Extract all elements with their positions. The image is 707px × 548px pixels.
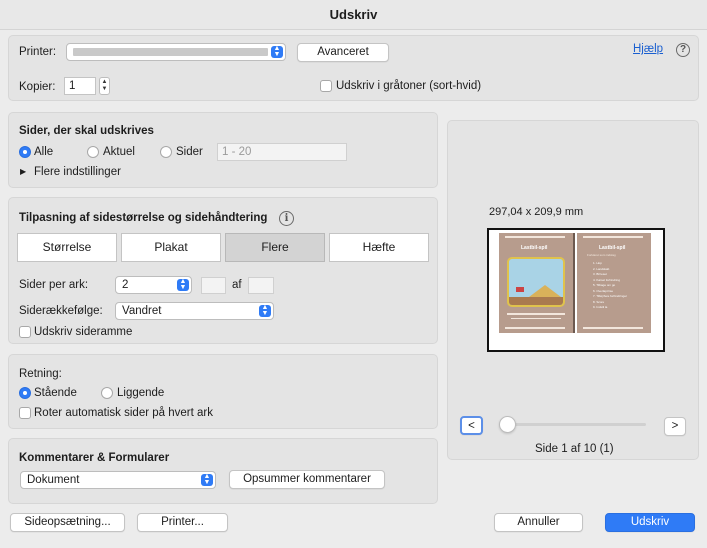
copies-input[interactable]: 1 bbox=[64, 77, 96, 95]
auto-rotate-checkbox[interactable] bbox=[19, 407, 31, 419]
page-order-label: Siderækkefølge: bbox=[19, 305, 103, 317]
preview-toc: 1. Hop 2. Landskab 3. Bil leset 4. Kørse… bbox=[593, 261, 649, 311]
landscape-label: Liggende bbox=[117, 387, 165, 399]
page-setup-button[interactable]: Sideopsætning... bbox=[10, 513, 125, 532]
preview-truck bbox=[516, 287, 524, 292]
comments-select[interactable]: Dokument ▲ ▼ bbox=[20, 471, 216, 489]
help-icon[interactable]: ? bbox=[676, 43, 690, 57]
comments-title: Kommentarer & Formularer bbox=[19, 452, 170, 464]
printer-label: Printer: bbox=[19, 46, 57, 58]
sizing-title: Tilpasning af sidestørrelse og sidehåndt… bbox=[19, 212, 268, 224]
pages-per-sheet-select[interactable]: 2 ▲ ▼ bbox=[115, 276, 192, 294]
pages-current-radio[interactable] bbox=[87, 146, 99, 158]
preview-hill bbox=[529, 285, 561, 297]
tab-booklet[interactable]: Hæfte bbox=[329, 233, 429, 262]
portrait-radio[interactable] bbox=[19, 387, 31, 399]
grid-cols-input[interactable] bbox=[248, 277, 274, 294]
auto-rotate-label: Roter automatisk sider på hvert ark bbox=[34, 407, 213, 419]
tab-size[interactable]: Størrelse bbox=[17, 233, 117, 262]
pages-per-sheet-value: 2 bbox=[122, 279, 129, 291]
pages-range-input[interactable]: 1 - 20 bbox=[217, 143, 347, 161]
pages-title: Sider, der skal udskrives bbox=[19, 125, 154, 137]
page-border-checkbox[interactable] bbox=[19, 326, 31, 338]
printer-redacted-bar bbox=[73, 48, 268, 56]
chevron-updown-icon: ▲ ▼ bbox=[259, 304, 271, 317]
chevron-updown-icon: ▲ ▼ bbox=[271, 45, 283, 58]
stepper-down-icon[interactable]: ▼ bbox=[102, 86, 108, 92]
more-settings-label[interactable]: Flere indstillinger bbox=[34, 166, 121, 178]
next-page-button[interactable]: > bbox=[664, 417, 686, 436]
of-label: af bbox=[232, 279, 242, 291]
pages-current-label: Aktuel bbox=[103, 146, 135, 158]
preview-game-image bbox=[507, 257, 565, 307]
preview-decor bbox=[583, 327, 643, 329]
prev-page-button[interactable]: < bbox=[460, 416, 483, 435]
advanced-button[interactable]: Avanceret bbox=[297, 43, 389, 62]
preview-spine bbox=[573, 233, 575, 333]
page-order-value: Vandret bbox=[122, 305, 162, 317]
pages-all-radio[interactable] bbox=[19, 146, 31, 158]
orientation-title: Retning: bbox=[19, 368, 62, 380]
page-border-label: Udskriv sideramme bbox=[34, 326, 133, 338]
grid-rows-input[interactable] bbox=[201, 277, 226, 294]
cancel-button[interactable]: Annuller bbox=[494, 513, 583, 532]
pages-range-radio[interactable] bbox=[160, 146, 172, 158]
info-icon[interactable]: i bbox=[279, 211, 294, 226]
pages-per-sheet-label: Sider per ark: bbox=[19, 279, 89, 291]
tab-poster[interactable]: Plakat bbox=[121, 233, 221, 262]
preview-page-left: Lastbil-spil bbox=[499, 233, 573, 333]
page-order-select[interactable]: Vandret ▲ ▼ bbox=[115, 302, 274, 320]
preview-decor bbox=[505, 327, 565, 329]
copies-stepper[interactable]: ▲ ▼ bbox=[99, 77, 110, 95]
stepper-up-icon[interactable]: ▲ bbox=[102, 79, 108, 85]
print-button[interactable]: Udskriv bbox=[605, 513, 695, 532]
preview-right-title: Lastbil-spil bbox=[599, 245, 626, 251]
landscape-radio[interactable] bbox=[101, 387, 113, 399]
preview-page-right: Lastbil-spil Forklaret som indslag 1. Ho… bbox=[577, 233, 651, 333]
pages-range-label: Sider bbox=[176, 146, 203, 158]
comments-value: Dokument bbox=[27, 474, 80, 486]
help-link[interactable]: Hjælp bbox=[633, 43, 663, 55]
preview-left-title: Lastbil-spil bbox=[521, 245, 548, 251]
preview-decor bbox=[583, 236, 643, 238]
page-slider-track[interactable] bbox=[500, 423, 646, 426]
page-status: Side 1 af 10 (1) bbox=[535, 443, 614, 455]
window-title: Udskriv bbox=[0, 0, 707, 30]
preview-sheet: Lastbil-spil Lastbil-spil Forklaret som … bbox=[487, 228, 665, 352]
chevron-updown-icon: ▲ ▼ bbox=[201, 473, 213, 486]
page-slider-thumb[interactable] bbox=[499, 416, 516, 433]
summarize-comments-button[interactable]: Opsummer kommentarer bbox=[229, 470, 385, 489]
chevron-updown-icon: ▲ ▼ bbox=[177, 278, 189, 291]
preview-ground bbox=[509, 297, 563, 305]
preview-toc-item: 9. Indstil la bbox=[593, 305, 608, 309]
printer-button[interactable]: Printer... bbox=[137, 513, 228, 532]
preview-caption bbox=[511, 318, 561, 319]
portrait-label: Stående bbox=[34, 387, 77, 399]
paper-dimensions: 297,04 x 209,9 mm bbox=[489, 206, 584, 218]
preview-decor bbox=[505, 236, 565, 238]
preview-right-subtitle: Forklaret som indslag bbox=[587, 253, 616, 257]
preview-caption bbox=[507, 313, 565, 315]
pages-all-label: Alle bbox=[34, 146, 54, 158]
printer-select[interactable]: ▲ ▼ bbox=[66, 43, 286, 61]
disclosure-triangle-icon[interactable]: ▶ bbox=[20, 167, 26, 176]
grayscale-checkbox[interactable] bbox=[320, 80, 332, 92]
copies-label: Kopier: bbox=[19, 81, 56, 93]
tab-multiple[interactable]: Flere bbox=[225, 233, 325, 262]
grayscale-label: Udskriv i gråtoner (sort-hvid) bbox=[336, 80, 482, 92]
